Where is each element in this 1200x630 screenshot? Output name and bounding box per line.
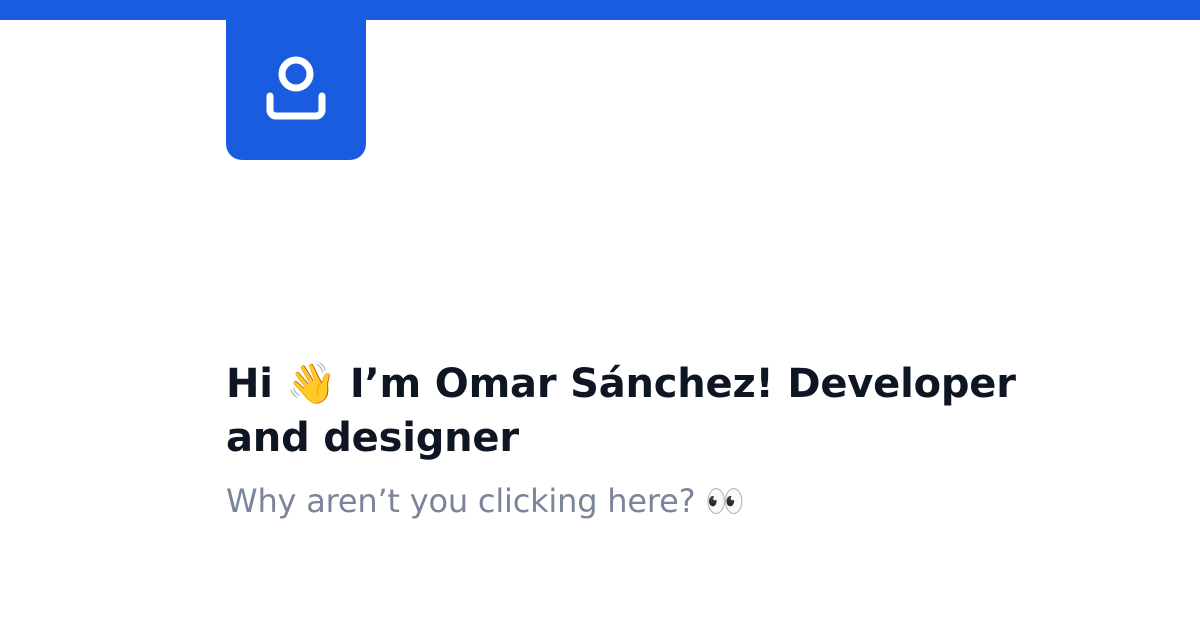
subtitle-text[interactable]: Why aren’t you clicking here? (226, 482, 696, 520)
user-profile-icon (266, 56, 326, 120)
page-title: Hi 👋 I’m Omar Sánchez! Developer and des… (226, 357, 1026, 465)
subtitle-link[interactable]: Why aren’t you clicking here? 👀 (226, 478, 1026, 524)
eyes-emoji: 👀 (705, 482, 746, 520)
headline-greeting: Hi (226, 361, 273, 407)
top-accent-bar (0, 0, 1200, 20)
logo[interactable] (226, 0, 366, 160)
headline-text: I’m Omar Sánchez! Developer and designer (226, 361, 1016, 461)
waving-hand-emoji: 👋 (286, 361, 337, 407)
